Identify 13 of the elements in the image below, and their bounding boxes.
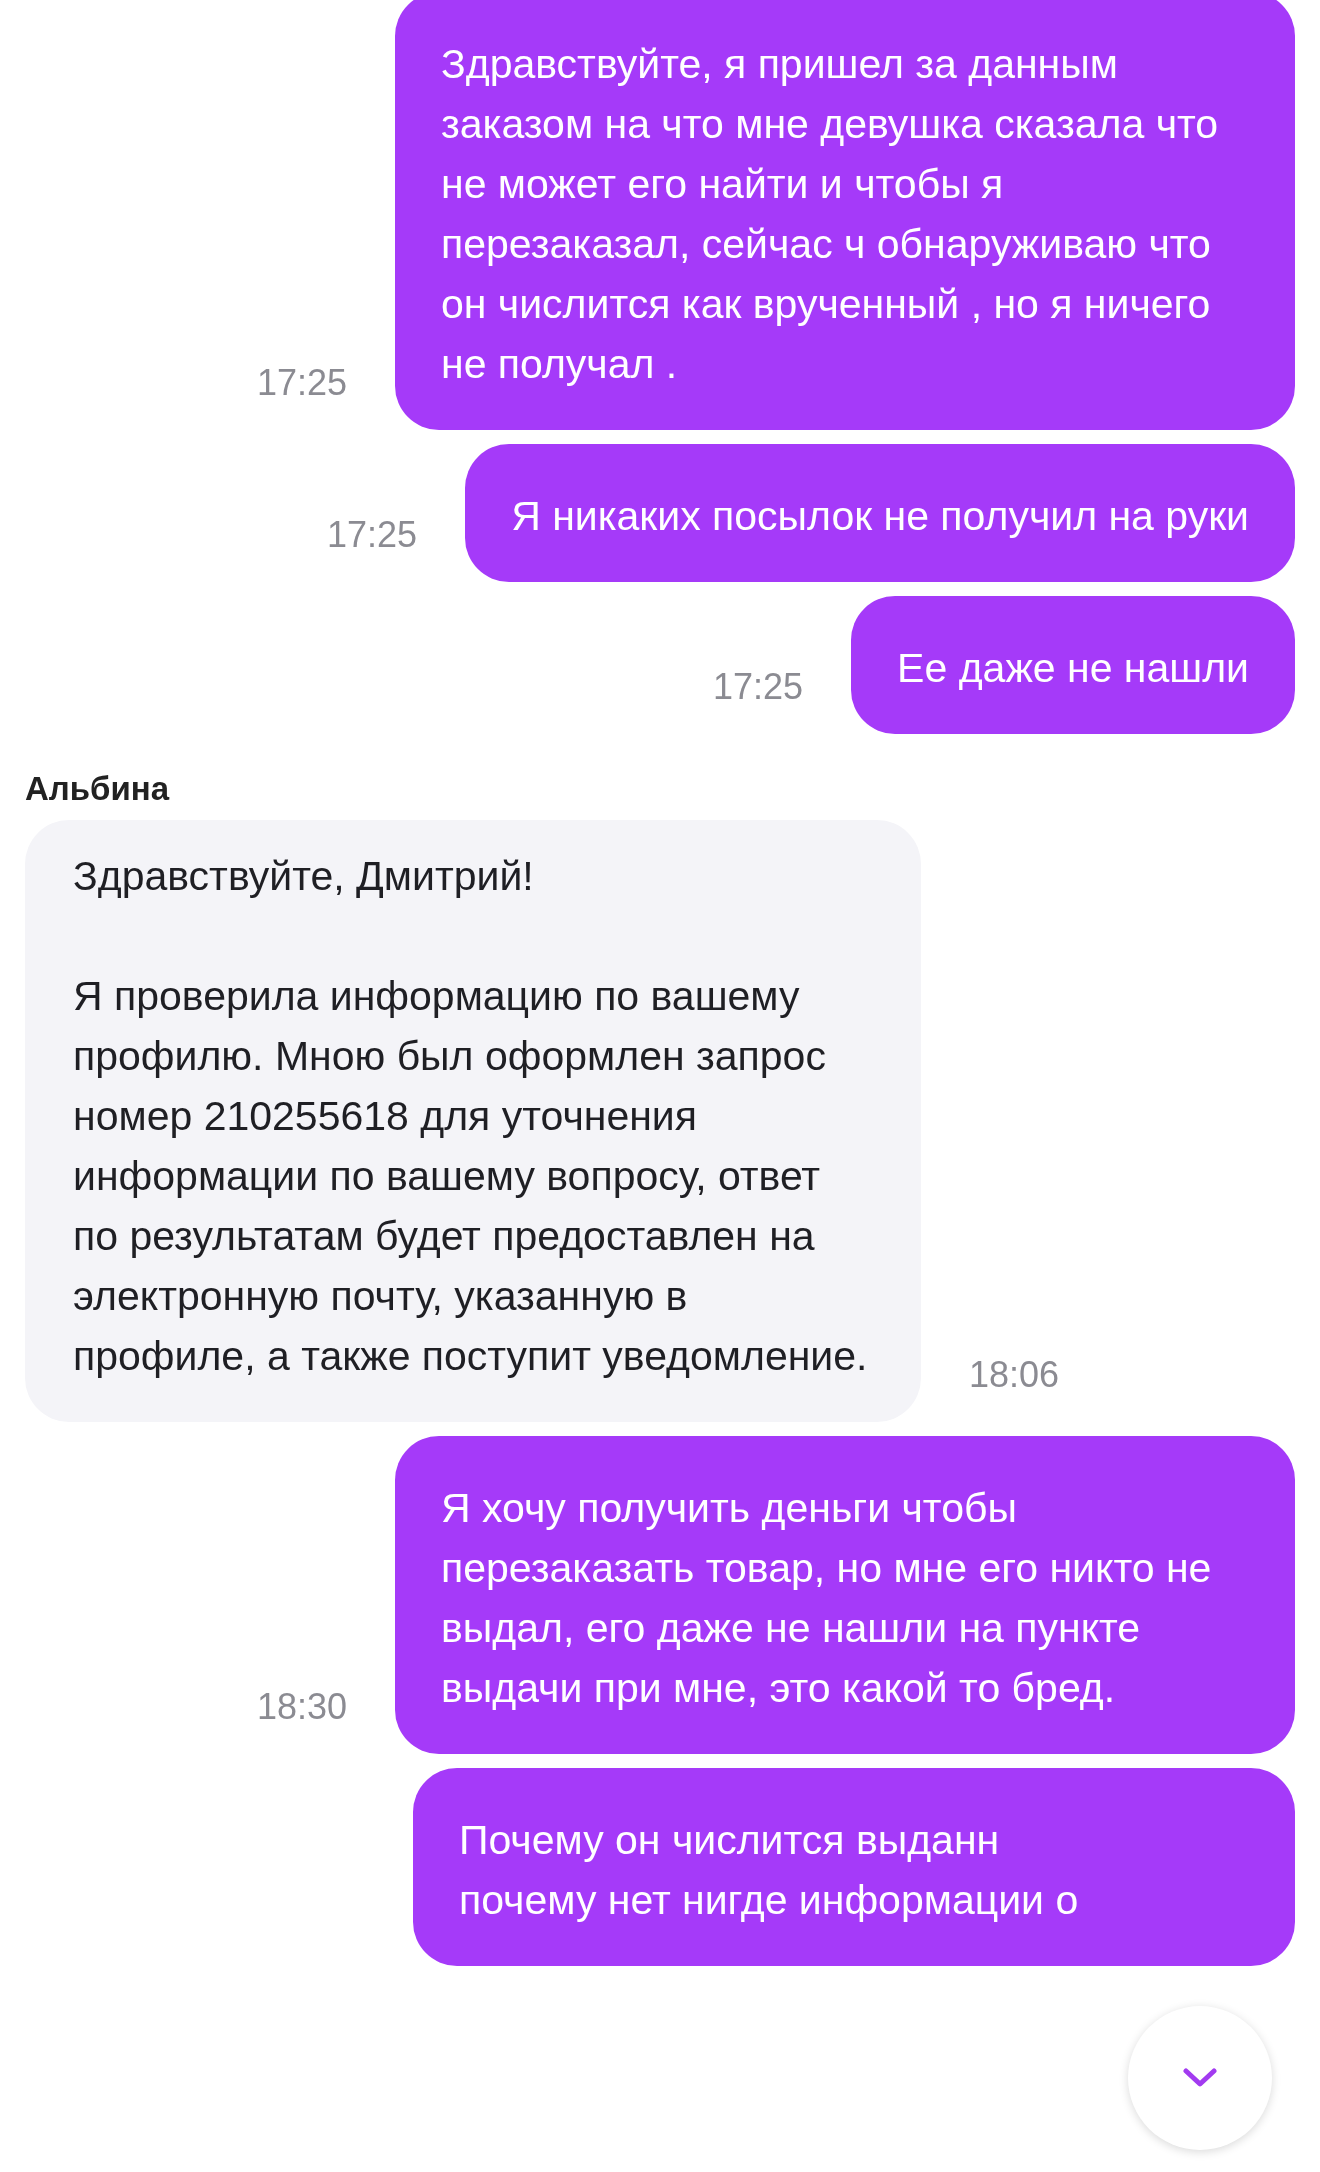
message-time: 17:25 — [327, 514, 418, 557]
message-bubble: Здравствуйте, я пришел за данным заказом на что мне девушка сказала что не может его найти и чтобы я перезаказал, сейчас ч обнаруживаю что он числится как врученный , но я ничего не получал . — [395, 0, 1295, 430]
message-bubble: Здравствуйте, Дмитрий! Я проверила информацию по вашему профилю. Мною был оформлен запрос номер 210255618 для уточнения информации по вашему вопросу, ответ по результатам будет предоставлен на электронную почту, указанную в профиле, а также поступит уведомление. — [25, 820, 921, 1422]
message-bubble: Я хочу получить деньги чтобы перезаказать товар, но мне его никто не выдал, его даже не нашли на пункте выдачи при мне, это какой то бред. — [395, 1436, 1295, 1754]
message-time: 18:06 — [969, 1354, 1060, 1397]
message-time: 17:25 — [256, 362, 347, 405]
message-bubble: Я никаких посылок не получил на руки — [465, 444, 1295, 582]
message-bubble: Почему он числится выданн почему нет нигде информации о — [413, 1768, 1295, 1966]
chevron-down-icon — [1183, 2068, 1217, 2088]
sender-name: Альбина — [25, 770, 171, 808]
message-bubble: Ее даже не нашли — [851, 596, 1295, 734]
message-time: 18:30 — [256, 1686, 347, 1729]
message-time: 17:25 — [713, 666, 804, 709]
